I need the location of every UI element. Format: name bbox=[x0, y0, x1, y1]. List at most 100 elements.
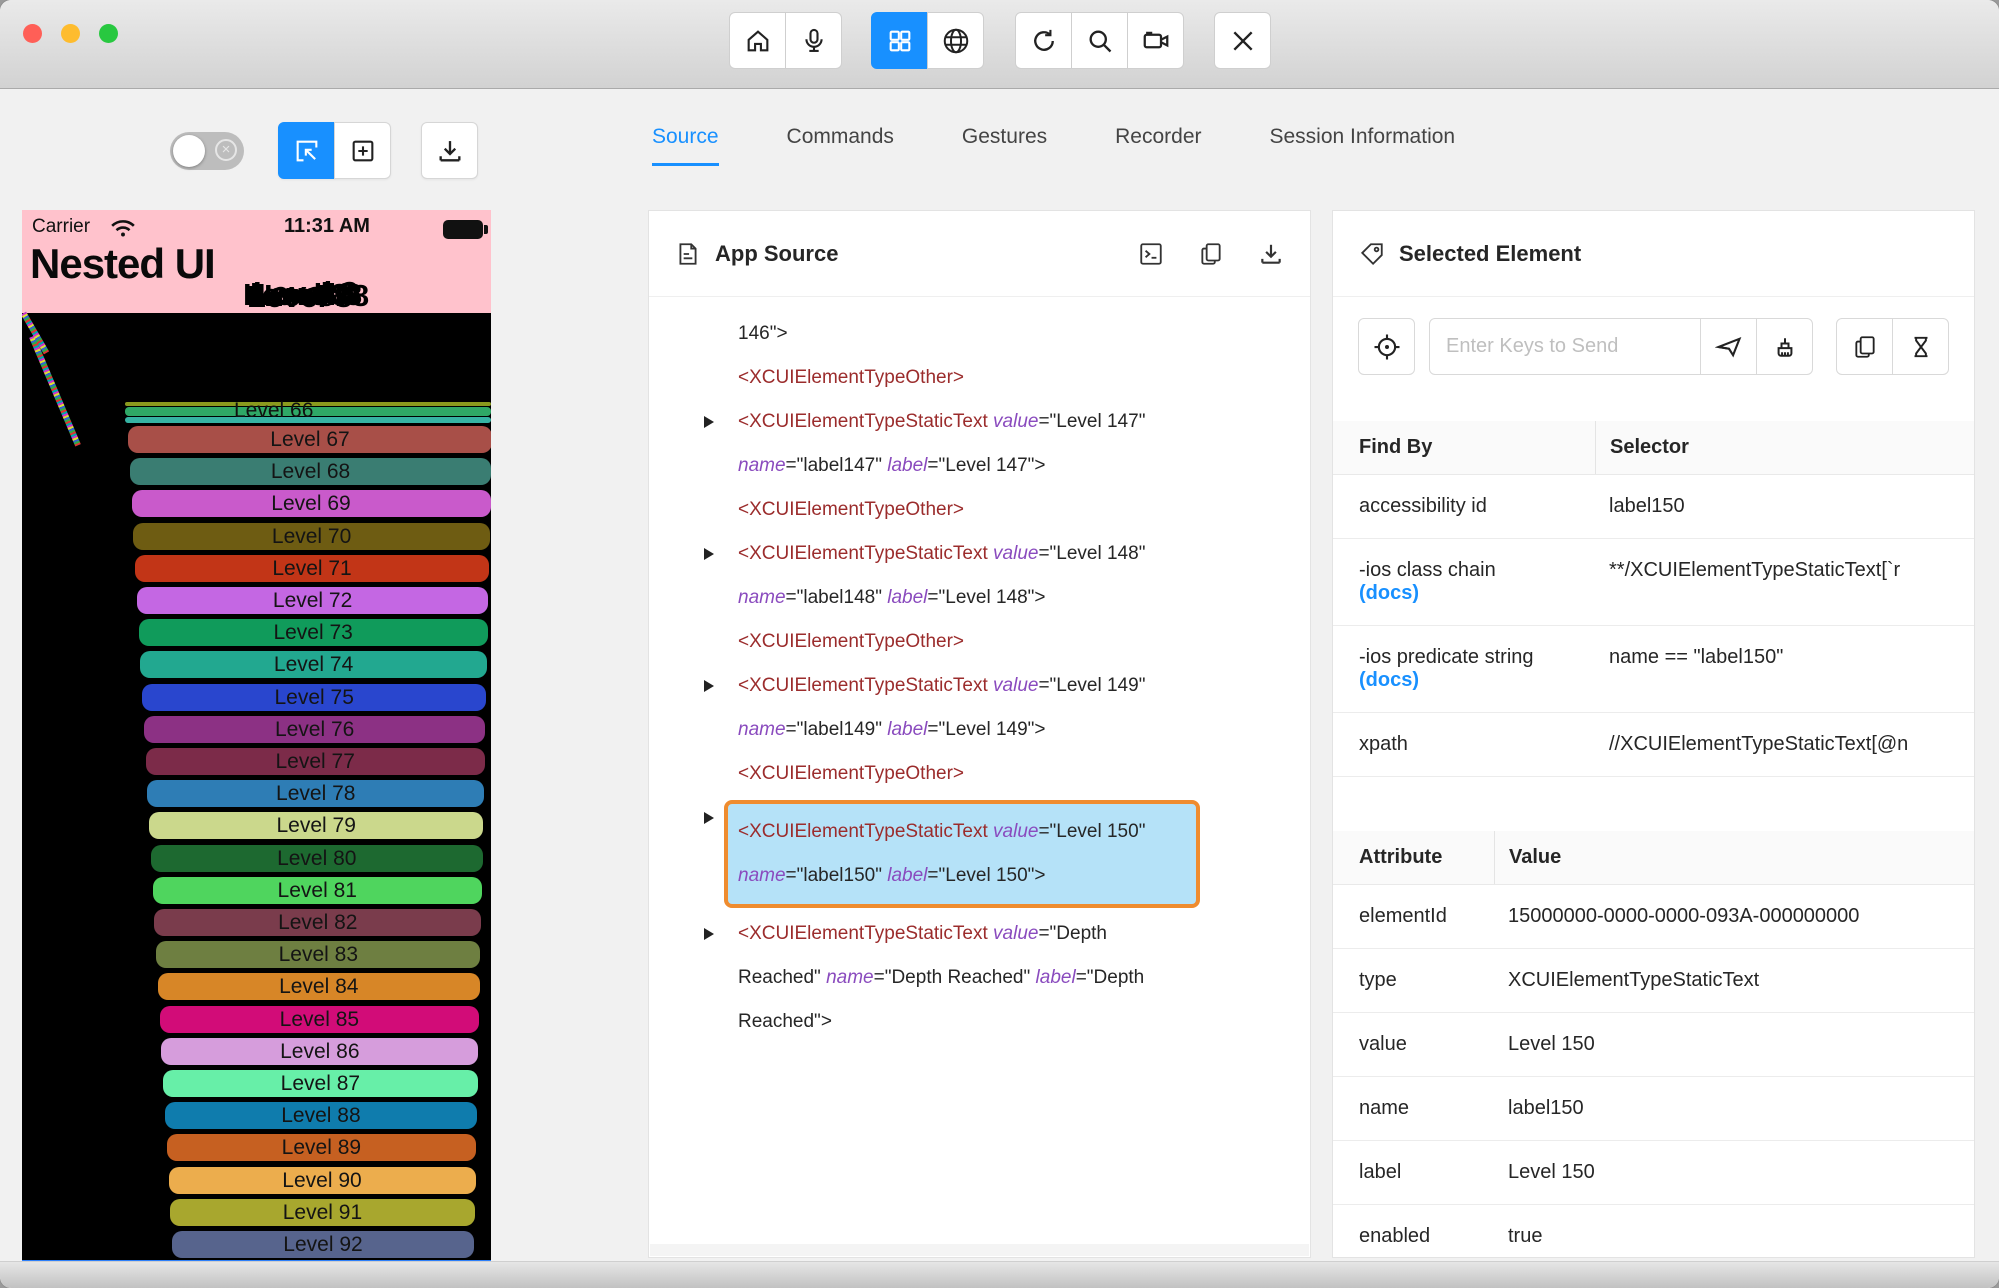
app-title: Nested UI bbox=[30, 240, 216, 287]
xml-node-static-text[interactable]: <XCUIElementTypeStaticText value="Level … bbox=[704, 796, 1310, 912]
level-bar[interactable]: Level 79 bbox=[149, 812, 484, 840]
attribute-row: value Level 150 bbox=[1333, 1013, 1974, 1077]
nav-button-group bbox=[729, 12, 842, 69]
docs-link[interactable]: (docs) bbox=[1359, 669, 1585, 692]
xml-node-continuation[interactable]: 146"> bbox=[738, 312, 1310, 356]
close-session-button[interactable] bbox=[1214, 12, 1271, 69]
keys-input[interactable] bbox=[1429, 318, 1701, 375]
terminal-icon[interactable] bbox=[1138, 241, 1164, 267]
wait-for-element-button[interactable] bbox=[1892, 318, 1949, 375]
element-actions-group bbox=[1836, 318, 1949, 375]
level-bar[interactable]: Level 75 bbox=[142, 683, 487, 711]
plus-square-icon bbox=[352, 140, 373, 161]
level-bar[interactable]: Level 74 bbox=[140, 651, 487, 679]
level-bar[interactable]: Level 80 bbox=[150, 844, 483, 872]
carrier-label: Carrier bbox=[32, 216, 91, 237]
selected-element-title: Selected Element bbox=[1399, 240, 1582, 266]
level-bar[interactable]: Level 67 bbox=[128, 426, 491, 453]
recorder-camera-button[interactable] bbox=[1127, 12, 1184, 69]
xml-node-other[interactable]: <XCUIElementTypeOther> bbox=[738, 488, 1310, 532]
level-bar[interactable]: Level 82 bbox=[154, 909, 482, 936]
tab-recorder[interactable]: Recorder bbox=[1115, 125, 1201, 166]
home-icon bbox=[747, 29, 768, 51]
document-icon bbox=[679, 242, 697, 265]
xml-node-static-text[interactable]: <XCUIElementTypeStaticText value="Depth … bbox=[704, 912, 1310, 1044]
level-bar[interactable]: Level 88 bbox=[165, 1102, 477, 1130]
download-screenshot-button[interactable] bbox=[421, 122, 478, 179]
attribute-name: enabled bbox=[1359, 1225, 1431, 1247]
level-bar[interactable]: Level 81 bbox=[152, 876, 482, 904]
download-group bbox=[421, 122, 478, 179]
level-bar[interactable]: Level 83 bbox=[156, 941, 481, 969]
level-bar[interactable]: Level 68 bbox=[129, 458, 491, 486]
level-bar[interactable]: Level 77 bbox=[145, 748, 485, 775]
level-bar[interactable]: Level 76 bbox=[143, 715, 486, 743]
attribute-value: XCUIElementTypeStaticText bbox=[1508, 969, 1760, 991]
copy-icon[interactable] bbox=[1198, 241, 1224, 267]
level-bar[interactable]: Level 69 bbox=[131, 490, 491, 518]
device-screenshot[interactable]: Carrier 11:31 AM Nested UI Level 8 Level… bbox=[22, 210, 491, 1282]
video-camera-icon bbox=[1143, 31, 1168, 48]
select-element-mode-button[interactable] bbox=[278, 122, 335, 179]
xml-node-static-text[interactable]: <XCUIElementTypeStaticText value="Level … bbox=[704, 400, 1310, 488]
expand-arrow-icon[interactable] bbox=[704, 548, 714, 560]
refresh-button[interactable] bbox=[1015, 12, 1072, 69]
close-window-button[interactable] bbox=[23, 24, 42, 43]
level-bar[interactable]: Level 90 bbox=[168, 1166, 476, 1194]
tab-commands[interactable]: Commands bbox=[787, 125, 894, 166]
selected-xml-node[interactable]: <XCUIElementTypeStaticText value="Level … bbox=[724, 800, 1200, 908]
level-bar[interactable]: Level 71 bbox=[135, 554, 490, 582]
tab-session-information[interactable]: Session Information bbox=[1270, 125, 1456, 166]
screenshot-interaction-toggle[interactable]: × bbox=[170, 132, 244, 170]
expand-arrow-icon[interactable] bbox=[704, 680, 714, 692]
app-source-title: App Source bbox=[715, 240, 839, 266]
level-bar[interactable]: Level 78 bbox=[147, 780, 485, 808]
status-bar: Carrier 11:31 AM bbox=[22, 214, 491, 242]
level-bar[interactable]: Level 89 bbox=[166, 1134, 477, 1162]
search-icon bbox=[1089, 30, 1111, 52]
xml-node-static-text[interactable]: <XCUIElementTypeStaticText value="Level … bbox=[704, 532, 1310, 620]
xml-node-other[interactable]: <XCUIElementTypeOther> bbox=[738, 620, 1310, 664]
search-button[interactable] bbox=[1071, 12, 1128, 69]
swipe-coordinates-button[interactable] bbox=[334, 122, 391, 179]
level-bar[interactable]: Level 86 bbox=[161, 1037, 479, 1065]
apps-grid-button[interactable] bbox=[871, 12, 928, 69]
level-bar[interactable]: Level 73 bbox=[138, 619, 488, 647]
level-bar[interactable]: Level 92 bbox=[172, 1231, 474, 1258]
select-element-icon bbox=[296, 140, 317, 161]
view-mode-group bbox=[871, 12, 984, 69]
expand-arrow-icon[interactable] bbox=[704, 416, 714, 428]
xml-node-other[interactable]: <XCUIElementTypeOther> bbox=[738, 356, 1310, 400]
docs-link[interactable]: (docs) bbox=[1359, 582, 1585, 605]
locate-element-button[interactable] bbox=[1358, 318, 1415, 375]
microphone-button[interactable] bbox=[785, 12, 842, 69]
close-icon bbox=[1232, 30, 1253, 51]
tab-gestures[interactable]: Gestures bbox=[962, 125, 1047, 166]
zoom-window-button[interactable] bbox=[99, 24, 118, 43]
brush-icon bbox=[1777, 337, 1792, 357]
level-bar[interactable]: Level 85 bbox=[159, 1005, 480, 1033]
tab-source[interactable]: Source bbox=[652, 125, 719, 166]
expand-arrow-icon[interactable] bbox=[704, 812, 714, 824]
expand-arrow-icon[interactable] bbox=[704, 928, 714, 940]
selected-element-header: Selected Element bbox=[1333, 211, 1974, 297]
nested-view-edge-decoration bbox=[29, 335, 81, 447]
level-bar[interactable]: Level 70 bbox=[133, 522, 490, 550]
selector-value: //XCUIElementTypeStaticText[@n bbox=[1609, 733, 1909, 755]
xml-node-static-text[interactable]: <XCUIElementTypeStaticText value="Level … bbox=[704, 664, 1310, 752]
minimize-window-button[interactable] bbox=[61, 24, 80, 43]
main-tabs: Source Commands Gestures Recorder Session In… bbox=[652, 125, 1455, 166]
globe-button[interactable] bbox=[927, 12, 984, 69]
level-bar[interactable]: Level 91 bbox=[170, 1198, 475, 1226]
copy-attributes-button[interactable] bbox=[1836, 318, 1893, 375]
level-bar[interactable]: Level 72 bbox=[136, 587, 489, 614]
home-button[interactable] bbox=[729, 12, 786, 69]
level-bar[interactable]: Level 87 bbox=[163, 1070, 478, 1097]
level-bar[interactable]: Level 84 bbox=[157, 973, 480, 1001]
clear-button[interactable] bbox=[1756, 318, 1813, 375]
horizontal-scrollbar[interactable] bbox=[650, 1244, 1309, 1256]
send-keys-button[interactable] bbox=[1700, 318, 1757, 375]
crosshair-icon bbox=[1374, 334, 1399, 359]
xml-node-other[interactable]: <XCUIElementTypeOther> bbox=[738, 752, 1310, 796]
download-source-icon[interactable] bbox=[1258, 241, 1284, 267]
